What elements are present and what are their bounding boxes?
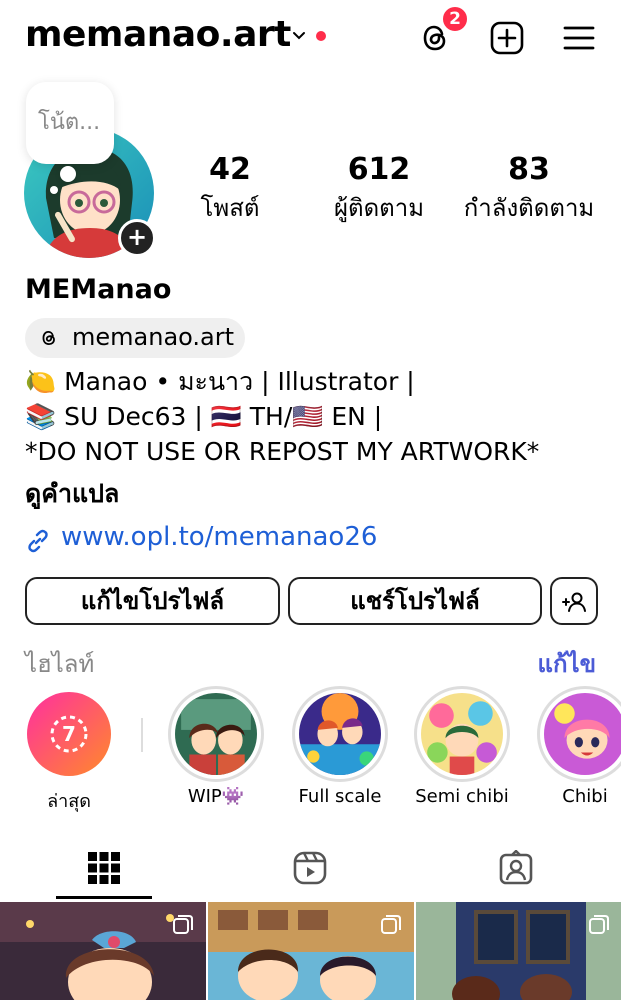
grid-icon[interactable] [86, 850, 122, 886]
menu-icon[interactable] [561, 20, 597, 56]
highlight-full-scale[interactable]: Full scale [285, 686, 395, 807]
account-switcher[interactable]: memanao.art [25, 14, 291, 55]
highlight-label: WIP👾 [187, 786, 245, 807]
highlight-ring [414, 686, 510, 782]
highlight-label: Full scale [298, 786, 382, 807]
carousel-icon [173, 915, 193, 934]
post-thumbnail[interactable] [208, 902, 414, 1000]
highlights-title: ไฮไลท์ [25, 650, 95, 678]
svg-text:7: 7 [62, 722, 76, 746]
highlight-ring [292, 686, 388, 782]
followers-label: ผู้ติดตาม [333, 194, 425, 222]
highlight-wip[interactable]: WIP👾 [161, 686, 271, 807]
followers-count: 612 [347, 152, 411, 187]
add-person-icon [562, 592, 586, 612]
reels-icon[interactable] [292, 850, 328, 886]
following-count: 83 [508, 152, 550, 187]
carousel-icon [381, 915, 401, 934]
post-grid [0, 902, 621, 1000]
threads-badge[interactable]: memanao.art [25, 318, 245, 358]
profile-tabs [0, 838, 621, 900]
highlights-edit-link[interactable]: แก้ไข [538, 644, 596, 683]
note-placeholder: โน้ต... [38, 110, 101, 135]
post-thumbnail[interactable] [0, 902, 206, 1000]
highlight-ring: 7 [21, 686, 117, 782]
highlight-semi-chibi[interactable]: Semi chibi [407, 686, 517, 807]
highlight-divider [141, 718, 143, 752]
highlight-ring [537, 686, 621, 782]
note-tail-dot [50, 186, 58, 194]
discover-people-button[interactable] [550, 577, 598, 625]
unread-dot [316, 31, 326, 41]
highlight-cover [299, 693, 381, 775]
following-label: กำลังติดตาม [463, 194, 595, 222]
threads-icon [42, 330, 55, 346]
recent-icon: 7 [27, 692, 111, 776]
threads-handle: memanao.art [72, 323, 235, 351]
highlight-label: Semi chibi [415, 786, 509, 807]
display-name: MEManao [25, 274, 172, 305]
highlight-cover [175, 693, 257, 775]
active-tab-indicator [56, 896, 152, 899]
chevron-down-icon[interactable] [291, 28, 307, 44]
note-bubble[interactable]: โน้ต... [26, 82, 114, 164]
bio: 🍋 Manao • มะนาว | Illustrator | 📚 SU Dec… [25, 364, 615, 469]
bio-line: 📚 SU Dec63 | 🇹🇭 TH/🇺🇸 EN | [25, 402, 383, 431]
highlight-label: Chibi [562, 786, 608, 807]
stat-following[interactable]: 83 กำลังติดตาม [456, 150, 602, 226]
note-tail-dot [60, 166, 76, 182]
notification-badge: 2 [441, 5, 469, 33]
add-story-icon[interactable]: + [118, 219, 156, 257]
highlight-chibi[interactable]: Chibi [530, 686, 621, 807]
see-translation-link[interactable]: ดูคำแปล [25, 474, 119, 514]
link-icon [28, 529, 48, 553]
link-text: www.opl.to/memanao26 [61, 522, 378, 552]
highlight-cover [421, 693, 503, 775]
stat-followers[interactable]: 612 ผู้ติดตาม [310, 150, 448, 226]
tagged-icon[interactable] [498, 850, 534, 886]
highlight-ring [168, 686, 264, 782]
carousel-icon [589, 915, 609, 934]
highlight-latest[interactable]: 7 ล่าสุด [14, 686, 124, 815]
add-post-icon[interactable] [489, 20, 525, 56]
post-thumbnail[interactable] [416, 902, 621, 1000]
share-profile-button[interactable]: แชร์โปรไฟล์ [288, 577, 542, 625]
posts-label: โพสต์ [200, 194, 260, 222]
top-bar: memanao.art 2 [0, 0, 621, 76]
stat-posts[interactable]: 42 โพสต์ [180, 150, 280, 226]
edit-profile-button[interactable]: แก้ไขโปรไฟล์ [25, 577, 280, 625]
bio-line: 🍋 Manao • มะนาว | Illustrator | [25, 367, 415, 396]
bio-line: *DO NOT USE OR REPOST MY ARTWORK* [25, 437, 540, 466]
highlight-label: ล่าสุด [47, 791, 91, 812]
highlight-cover [544, 693, 621, 775]
posts-count: 42 [209, 152, 251, 187]
